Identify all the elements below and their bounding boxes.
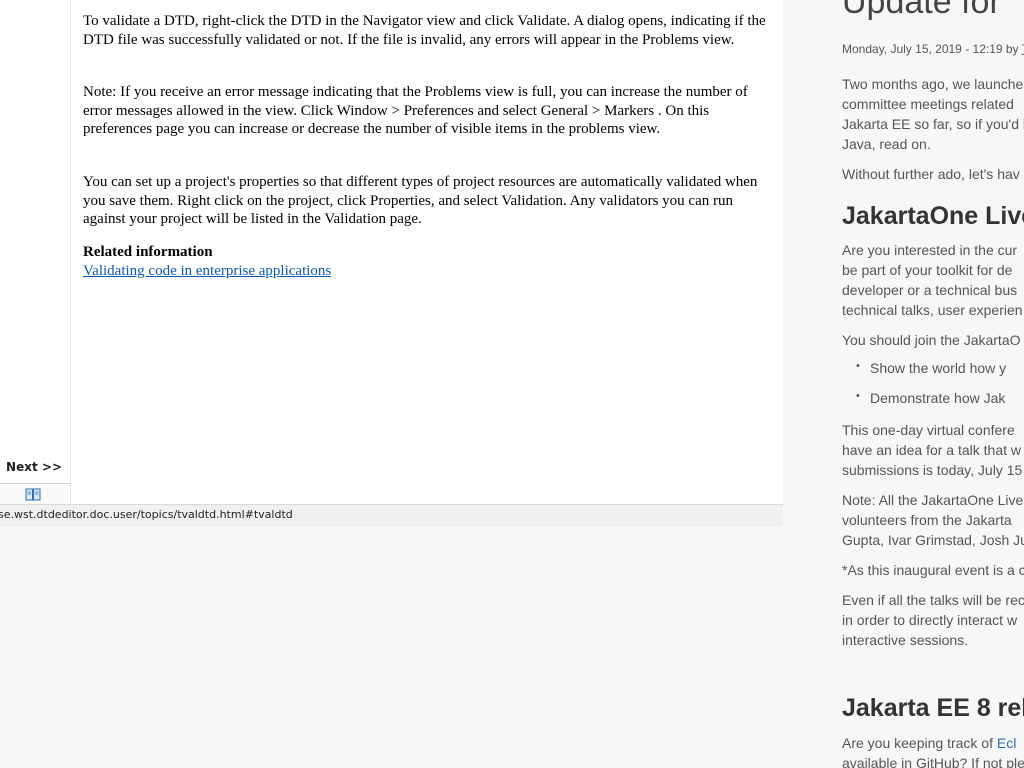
intro-line: Two months ago, we launche (842, 76, 1024, 92)
status-bar: se.wst.dtdeditor.doc.user/topics/tvaldtd… (0, 504, 783, 527)
book-icon[interactable] (25, 487, 41, 501)
section-heading-jakartaone: JakartaOne Live (842, 202, 1024, 230)
blog-meta: Monday, July 15, 2019 - 12:19 by T (842, 42, 1024, 56)
section1-line: Are you interested in the cur (842, 242, 1018, 258)
blog-title: Update for (842, 0, 1001, 21)
intro-line: committee meetings related (842, 96, 1014, 112)
note-line: Gupta, Ivar Grimstad, Josh Ju (842, 532, 1024, 548)
even-line: Even if all the talks will be rec (842, 592, 1024, 608)
intro-paragraph: Two months ago, we launche committee mee… (842, 74, 1024, 154)
section1-line: developer or a technical bus (842, 282, 1018, 298)
join-line: You should join the JakartaO (842, 332, 1021, 348)
note-line: Note: All the JakartaOne Live (842, 492, 1024, 508)
conference-line: have an idea for a talk that w (842, 442, 1021, 458)
footnote-line: *As this inaugural event is a c (842, 562, 1024, 578)
section1-paragraph: Are you interested in the cur be part of… (842, 240, 1024, 320)
even-line: in order to directly interact w (842, 612, 1018, 628)
intro2-line: Without further ado, let's hav (842, 166, 1020, 182)
toc-toolbar (0, 483, 70, 505)
note-line: volunteers from the Jakarta (842, 512, 1012, 528)
help-window: Next >> To validate a DTD, right-click t… (0, 0, 783, 527)
bullet-item: Demonstrate how Jak (856, 390, 1005, 406)
conference-paragraph: This one-day virtual confere have an ide… (842, 420, 1024, 480)
note-paragraph: Note: If you receive an error message in… (83, 84, 748, 137)
even-line: interactive sessions. (842, 632, 969, 648)
related-link-validating-code[interactable]: Validating code in enterprise applicatio… (83, 263, 331, 280)
blog-date: Monday, July 15, 2019 - 12:19 by (842, 42, 1022, 56)
intro-line: Jakarta EE so far, so if you'd l (842, 114, 1024, 134)
tracking-paragraph: Are you keeping track of Ecl available i… (842, 733, 1024, 768)
next-topic-link[interactable]: Next >> (6, 460, 62, 474)
section-heading-jakarta-ee8: Jakarta EE 8 rele (842, 694, 1024, 722)
related-information-heading: Related information (83, 244, 213, 260)
bullet-item: Show the world how y (856, 360, 1006, 376)
note-paragraph-blog: Note: All the JakartaOne Live volunteers… (842, 490, 1024, 550)
blog-panel: Update for Monday, July 15, 2019 - 12:19… (842, 0, 1024, 768)
intro-line: Java, read on. (842, 136, 931, 152)
status-url: se.wst.dtdeditor.doc.user/topics/tvaldtd… (0, 508, 293, 521)
project-properties-paragraph: You can set up a project's properties so… (83, 174, 758, 227)
intro2-paragraph: Without further ado, let's hav (842, 164, 1024, 184)
tracking-line: Are you keeping track of Ecl (842, 735, 1017, 751)
join-paragraph: You should join the JakartaO (842, 330, 1024, 350)
conference-line: This one-day virtual confere (842, 422, 1015, 438)
tracking-line: available in GitHub? If not ple (842, 755, 1024, 768)
tracking-link[interactable]: Ecl (997, 735, 1016, 751)
even-paragraph: Even if all the talks will be rec in ord… (842, 590, 1024, 650)
validate-paragraph: To validate a DTD, right-click the DTD i… (83, 13, 766, 48)
help-content: To validate a DTD, right-click the DTD i… (71, 0, 783, 504)
conference-line: submissions is today, July 15 (842, 462, 1023, 478)
footnote-paragraph: *As this inaugural event is a c (842, 560, 1024, 580)
section1-line: be part of your toolkit for de (842, 262, 1013, 278)
toc-pane: Next >> (0, 0, 71, 505)
section1-line: technical talks, user experien (842, 302, 1023, 318)
